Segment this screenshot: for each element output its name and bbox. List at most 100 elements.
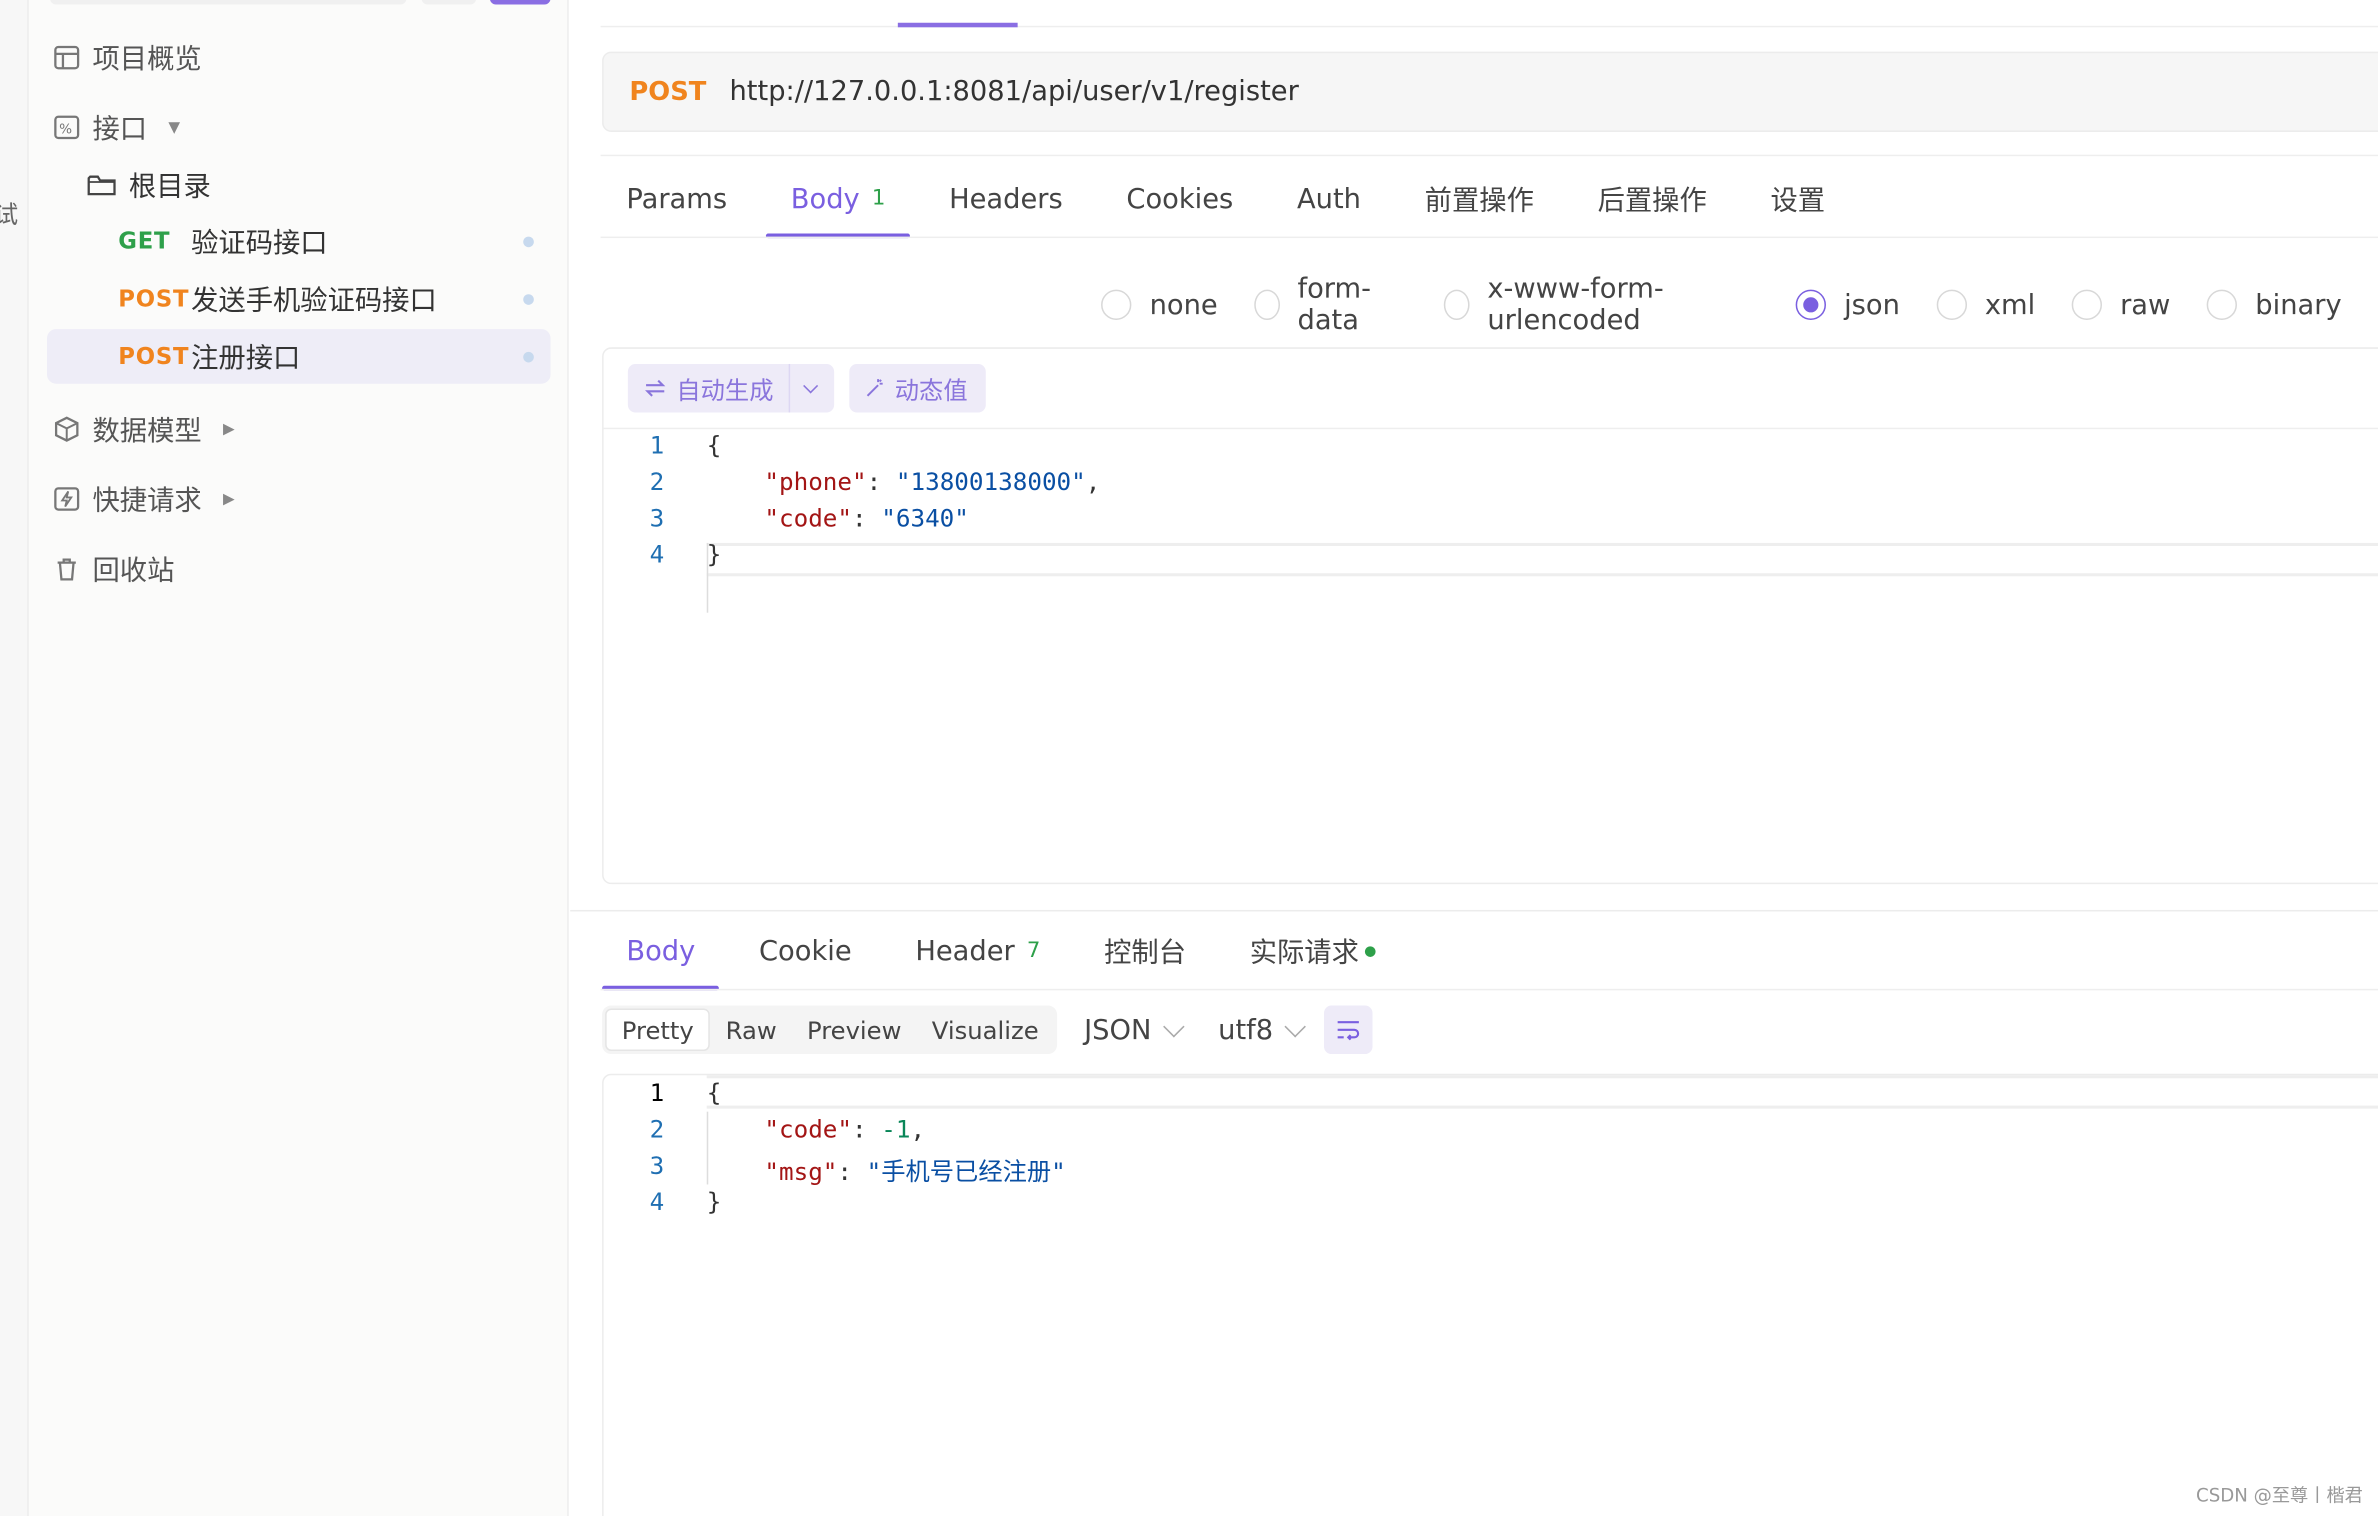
json-value: "手机号已经注册" xyxy=(866,1157,1066,1186)
sidebar-item-trash[interactable]: 回收站 xyxy=(53,549,174,588)
request-url-input[interactable]: http://127.0.0.1:8081/api/user/v1/regist… xyxy=(729,76,1298,108)
radio-circle[interactable] xyxy=(2071,289,2102,321)
tab-label: Auth xyxy=(1297,182,1361,215)
tab-response-cookie[interactable]: Cookie xyxy=(735,911,876,990)
line-number: 4 xyxy=(649,539,665,569)
view-visualize[interactable]: Visualize xyxy=(917,1009,1054,1051)
encoding-select[interactable]: utf8 xyxy=(1218,1014,1307,1046)
tab-params[interactable]: Params xyxy=(602,159,751,238)
zoom-layer: 试 项目概览 % 接口 ▼ 根目录 GET 验证码接口 POST 发送 xyxy=(0,0,2378,1516)
sidebar-item-label: 快捷请求 xyxy=(92,485,202,518)
sidebar-item-api[interactable]: % 接口 ▼ xyxy=(53,108,180,147)
sidebar-item-quick-request[interactable]: 快捷请求 ▶ xyxy=(53,479,235,518)
line-number: 3 xyxy=(649,503,665,533)
radio-form-data[interactable]: form-data xyxy=(1254,273,1407,337)
divider xyxy=(600,236,2378,239)
body-type-radios: none form-data x-www-form-urlencoded jso… xyxy=(1101,273,2378,337)
sidebar-item-data-model[interactable]: 数据模型 ▶ xyxy=(53,409,235,448)
code-line: 1 { xyxy=(604,431,2378,467)
caret-down-icon[interactable]: ▼ xyxy=(168,119,180,136)
tab-auth[interactable]: Auth xyxy=(1273,159,1386,238)
cube-icon xyxy=(54,416,79,442)
code-line: 3 "msg": "手机号已经注册" xyxy=(604,1151,2378,1187)
radio-circle[interactable] xyxy=(1254,289,1280,321)
response-tabs: Body Cookie Header 7 控制台 实际请求 xyxy=(602,911,1415,991)
endpoint-name: 验证码接口 xyxy=(191,227,328,260)
tab-headers[interactable]: Headers xyxy=(925,159,1087,238)
svg-text:%: % xyxy=(59,121,72,137)
view-pretty[interactable]: Pretty xyxy=(605,1008,711,1052)
dynamic-value-button[interactable]: 动态值 xyxy=(849,363,986,413)
tab-pre-operations[interactable]: 前置操作 xyxy=(1400,159,1558,238)
layout-icon xyxy=(54,45,80,70)
endpoint-item[interactable]: GET 验证码接口 xyxy=(47,214,551,269)
sidebar-item-overview[interactable]: 项目概览 xyxy=(53,38,202,77)
radio-circle[interactable] xyxy=(1936,289,1967,321)
format-select[interactable]: JSON xyxy=(1084,1013,1185,1046)
tab-post-operations[interactable]: 后置操作 xyxy=(1573,159,1731,238)
caret-right-icon[interactable]: ▶ xyxy=(223,491,235,508)
folder-root[interactable]: 根目录 xyxy=(86,165,211,204)
radio-xml[interactable]: xml xyxy=(1936,289,2035,321)
view-raw[interactable]: Raw xyxy=(710,1009,791,1051)
line-number: 4 xyxy=(649,1187,665,1217)
tab-cookies[interactable]: Cookies xyxy=(1102,159,1257,238)
tab-label: Body xyxy=(626,934,696,967)
radio-label: form-data xyxy=(1297,272,1372,337)
view-preview[interactable]: Preview xyxy=(792,1009,917,1051)
code-text: { xyxy=(706,1078,722,1108)
folder-icon xyxy=(87,175,116,196)
tab-label: 前置操作 xyxy=(1424,185,1534,217)
radio-urlencoded[interactable]: x-www-form-urlencoded xyxy=(1443,273,1760,337)
endpoint-item-selected[interactable]: POST 注册接口 xyxy=(47,329,551,384)
tab-actual-request[interactable]: 实际请求 xyxy=(1225,911,1399,990)
wrap-lines-button[interactable] xyxy=(1324,1005,1374,1055)
radio-json[interactable]: json xyxy=(1795,288,1900,321)
tab-label: Body xyxy=(790,182,860,215)
code-line: 4 } xyxy=(604,540,2378,576)
tab-response-body[interactable]: Body xyxy=(602,911,721,991)
code-line: 1 { xyxy=(604,1078,2378,1114)
tab-body[interactable]: Body 1 xyxy=(766,159,911,239)
refresh-icon xyxy=(645,379,666,397)
endpoint-item[interactable]: POST 发送手机验证码接口 xyxy=(47,271,551,326)
status-dot xyxy=(1364,945,1376,957)
radio-none[interactable]: none xyxy=(1101,289,1218,321)
code-line: 2 "phone": "13800138000", xyxy=(604,467,2378,503)
radio-circle[interactable] xyxy=(1443,289,1470,321)
url-bar[interactable]: POST http://127.0.0.1:8081/api/user/v1/r… xyxy=(602,51,2378,132)
code-text: "msg": "手机号已经注册" xyxy=(764,1157,1066,1186)
select-value: JSON xyxy=(1084,1013,1152,1046)
response-body-view[interactable]: 1 { 2 "code": -1, 3 "msg": "手机号已经注册" 4 } xyxy=(602,1073,2378,1516)
tab-label: Headers xyxy=(949,182,1063,215)
tab-response-header[interactable]: Header 7 xyxy=(891,911,1065,990)
auto-generate-button[interactable]: 自动生成 xyxy=(627,363,835,413)
request-body-editor[interactable]: 自动生成 动态值 1 { 2 "phone": "13800138000", 3… xyxy=(602,347,2378,885)
radio-circle-selected[interactable] xyxy=(1795,289,1826,321)
tab-console[interactable]: 控制台 xyxy=(1080,911,1210,990)
tab-settings[interactable]: 设置 xyxy=(1746,159,1849,238)
chevron-down-icon xyxy=(1163,1015,1185,1037)
tab-badge: 7 xyxy=(1026,938,1041,964)
json-key: "phone" xyxy=(764,467,867,496)
code-text: "code": "6340" xyxy=(764,503,969,533)
wrap-icon xyxy=(1338,1021,1360,1041)
radio-circle[interactable] xyxy=(1101,289,1132,321)
code-line: 3 "code": "6340" xyxy=(604,504,2378,540)
chevron-down-icon[interactable] xyxy=(803,377,819,393)
json-key: "code" xyxy=(764,503,853,533)
request-method[interactable]: POST xyxy=(629,77,729,107)
caret-right-icon[interactable]: ▶ xyxy=(223,421,235,438)
line-number: 3 xyxy=(649,1151,665,1180)
radio-raw[interactable]: raw xyxy=(2071,289,2170,321)
tab-label: Params xyxy=(626,182,728,215)
tab-label: Cookies xyxy=(1126,182,1234,215)
divider xyxy=(600,988,2378,991)
status-dot xyxy=(523,293,534,305)
radio-label: json xyxy=(1844,288,1900,321)
radio-binary[interactable]: binary xyxy=(2206,289,2342,321)
radio-circle[interactable] xyxy=(2206,289,2238,321)
sidebar-item-label: 数据模型 xyxy=(92,415,202,448)
divider xyxy=(600,154,2378,157)
left-strip-glyph: 试 xyxy=(0,194,18,230)
